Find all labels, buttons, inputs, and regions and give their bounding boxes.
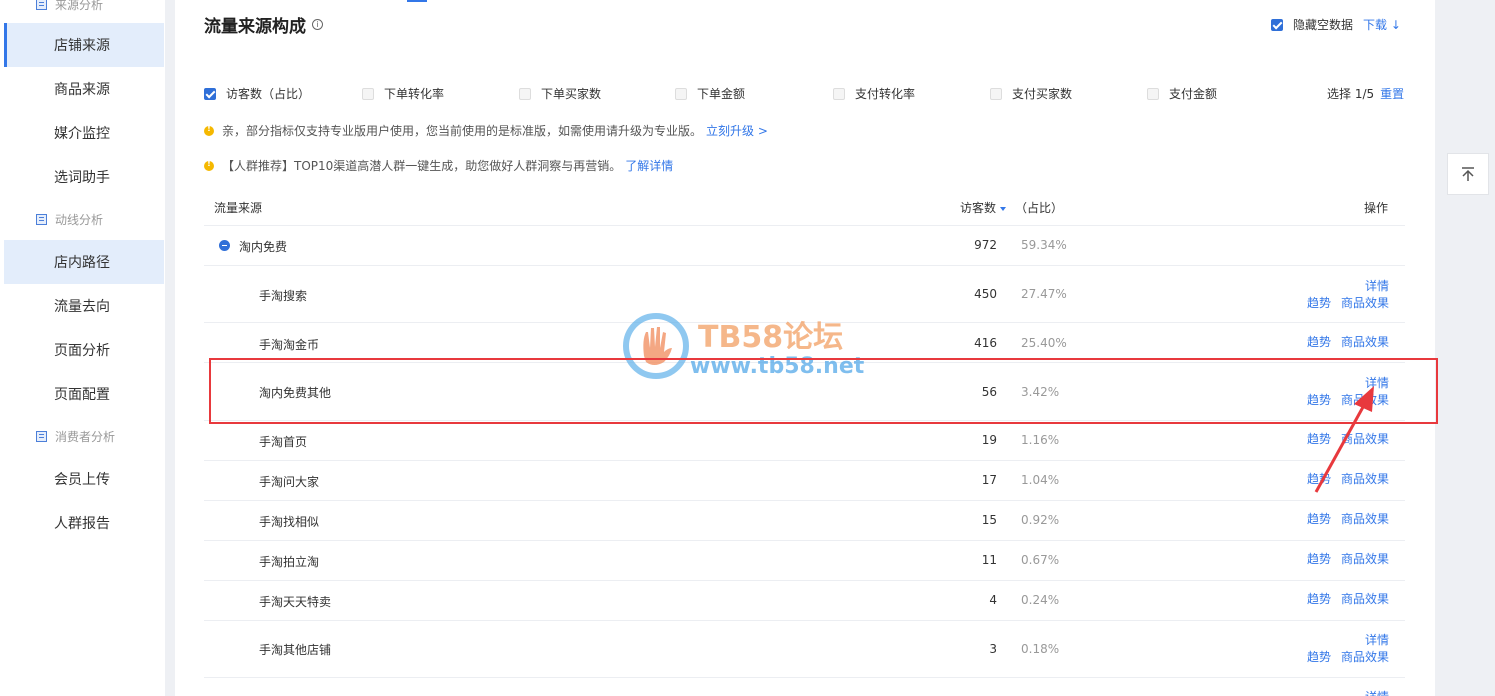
warning-icon	[204, 124, 214, 136]
sidebar-item-shop-source[interactable]: 店铺来源	[4, 23, 164, 67]
collapse-icon[interactable]	[219, 240, 230, 251]
sidebar-item-member-upload[interactable]: 会员上传	[4, 457, 164, 501]
chart-icon	[36, 0, 47, 10]
trend-link[interactable]: 趋势	[1307, 432, 1331, 446]
trend-link[interactable]: 趋势	[1307, 650, 1331, 664]
chart-icon	[36, 430, 47, 442]
section-header-consumer-analysis: 消费者分析	[0, 422, 165, 450]
chart-icon	[36, 213, 47, 225]
sort-desc-icon[interactable]	[1000, 206, 1007, 211]
metric-order-amount[interactable]: 下单金额	[675, 85, 745, 102]
trend-link[interactable]: 趋势	[1307, 296, 1331, 310]
table-row: 手淘其他店铺 3 0.18% 详情 趋势 商品效果	[204, 620, 1405, 677]
row-actions: 趋势 商品效果	[1307, 471, 1389, 488]
header-ratio: （占比）	[1015, 201, 1064, 215]
sidebar-item-keyword-helper[interactable]: 选词助手	[4, 155, 164, 199]
checkbox[interactable]	[675, 87, 687, 100]
upgrade-notice: 亲，部分指标仅支持专业版用户使用，您当前使用的是标准版，如需使用请升级为专业版。…	[204, 122, 768, 139]
warning-icon	[204, 159, 214, 171]
trend-link[interactable]: 趋势	[1307, 512, 1331, 526]
product-effect-link[interactable]: 商品效果	[1341, 512, 1389, 526]
product-effect-link[interactable]: 商品效果	[1341, 552, 1389, 566]
trend-link[interactable]: 趋势	[1307, 393, 1331, 407]
detail-link[interactable]: 详情	[1365, 690, 1389, 696]
row-actions: 详情 趋势 商品效果	[1297, 278, 1389, 312]
info-icon[interactable]: i	[312, 19, 323, 30]
product-effect-link[interactable]: 商品效果	[1341, 432, 1389, 446]
metric-order-buyers[interactable]: 下单买家数	[519, 85, 601, 102]
product-effect-link[interactable]: 商品效果	[1341, 296, 1389, 310]
hide-empty-checkbox[interactable]	[1271, 18, 1283, 31]
sidebar-item-store-path[interactable]: 店内路径	[4, 240, 164, 284]
section-header-source-analysis: 来源分析	[0, 0, 165, 18]
detail-link[interactable]: 详情	[1297, 278, 1389, 295]
product-effect-link[interactable]: 商品效果	[1341, 650, 1389, 664]
detail-link[interactable]: 详情	[1297, 632, 1389, 649]
product-effect-link[interactable]: 商品效果	[1341, 335, 1389, 349]
product-effect-link[interactable]: 商品效果	[1341, 393, 1389, 407]
checkbox[interactable]	[519, 87, 531, 100]
reset-button[interactable]: 重置	[1380, 87, 1404, 101]
row-actions: 趋势 商品效果	[1307, 511, 1389, 528]
arrow-up-icon	[1462, 167, 1474, 181]
metric-pay-conversion[interactable]: 支付转化率	[833, 85, 915, 102]
learn-more-link[interactable]: 了解详情	[625, 157, 673, 174]
sidebar-item-crowd-report[interactable]: 人群报告	[4, 501, 164, 545]
checkbox[interactable]	[204, 87, 216, 100]
sidebar: 来源分析 店铺来源 商品来源 媒介监控 选词助手 动线分析 店内路径 流量去向 …	[0, 0, 165, 696]
download-button[interactable]: 下载 ↓	[1363, 16, 1401, 33]
trend-link[interactable]: 趋势	[1307, 592, 1331, 606]
back-to-top-button[interactable]	[1447, 153, 1489, 195]
row-actions: 趋势 商品效果	[1307, 591, 1389, 608]
product-effect-link[interactable]: 商品效果	[1341, 472, 1389, 486]
header-visitors[interactable]: 访客数	[960, 199, 1007, 216]
metric-pay-amount[interactable]: 支付金额	[1147, 85, 1217, 102]
sidebar-item-page-config[interactable]: 页面配置	[4, 372, 164, 416]
table-row: 手淘找相似 15 0.92% 趋势 商品效果	[204, 500, 1405, 540]
page-title: 流量来源构成 i	[204, 12, 323, 37]
crowd-recommend-notice: 【人群推荐】TOP10渠道高潜人群一键生成，助您做好人群洞察与再营销。 了解详情	[204, 157, 673, 174]
product-effect-link[interactable]: 商品效果	[1341, 592, 1389, 606]
trend-link[interactable]: 趋势	[1307, 472, 1331, 486]
metric-visitors[interactable]: 访客数（占比）	[204, 85, 310, 102]
row-actions: 详情 趋势 商品效果	[1297, 632, 1389, 666]
sidebar-item-media-monitor[interactable]: 媒介监控	[4, 111, 164, 155]
sidebar-item-product-source[interactable]: 商品来源	[4, 67, 164, 111]
table-row: 手淘搜索 450 27.47% 详情 趋势 商品效果	[204, 265, 1405, 322]
active-tab-indicator	[407, 0, 427, 2]
row-actions: 详情	[1365, 689, 1389, 696]
table-row: 手淘问大家 17 1.04% 趋势 商品效果	[204, 460, 1405, 500]
table-row-highlighted: 淘内免费其他 56 3.42% 详情 趋势 商品效果	[204, 362, 1405, 420]
checkbox[interactable]	[1147, 87, 1159, 100]
detail-link[interactable]: 详情	[1297, 375, 1389, 392]
download-icon: ↓	[1390, 18, 1401, 32]
table-row-partial: 详情	[204, 677, 1405, 696]
row-actions: 趋势 商品效果	[1307, 431, 1389, 448]
trend-link[interactable]: 趋势	[1307, 335, 1331, 349]
table-row: 手淘拍立淘 11 0.67% 趋势 商品效果	[204, 540, 1405, 580]
trend-link[interactable]: 趋势	[1307, 552, 1331, 566]
section-header-path-analysis: 动线分析	[0, 205, 165, 233]
header-ops: 操作	[1364, 201, 1389, 215]
upgrade-link[interactable]: 立刻升级 >	[706, 122, 768, 139]
table-row: 手淘首页 19 1.16% 趋势 商品效果	[204, 420, 1405, 460]
checkbox[interactable]	[990, 87, 1002, 100]
checkbox[interactable]	[833, 87, 845, 100]
table-row-parent: 淘内免费 972 59.34%	[204, 225, 1405, 265]
hide-empty-toggle[interactable]: 隐藏空数据 下载 ↓	[1271, 16, 1401, 33]
metric-pay-buyers[interactable]: 支付买家数	[990, 85, 1072, 102]
checkbox[interactable]	[362, 87, 374, 100]
traffic-source-card: 流量来源构成 i 隐藏空数据 下载 ↓ 访客数（占比） 下单转化率 下单买家数 …	[175, 0, 1435, 696]
metric-order-conversion[interactable]: 下单转化率	[362, 85, 444, 102]
metric-selection-count: 选择 1/5 重置	[1327, 87, 1405, 101]
sidebar-item-page-analysis[interactable]: 页面分析	[4, 328, 164, 372]
row-actions: 趋势 商品效果	[1307, 551, 1389, 568]
table-row: 手淘淘金币 416 25.40% 趋势 商品效果	[204, 322, 1405, 362]
header-source: 流量来源	[214, 201, 263, 215]
row-actions: 趋势 商品效果	[1307, 334, 1389, 351]
row-actions: 详情 趋势 商品效果	[1297, 375, 1389, 409]
table-row: 手淘天天特卖 4 0.24% 趋势 商品效果	[204, 580, 1405, 620]
sidebar-item-traffic-destination[interactable]: 流量去向	[4, 284, 164, 328]
